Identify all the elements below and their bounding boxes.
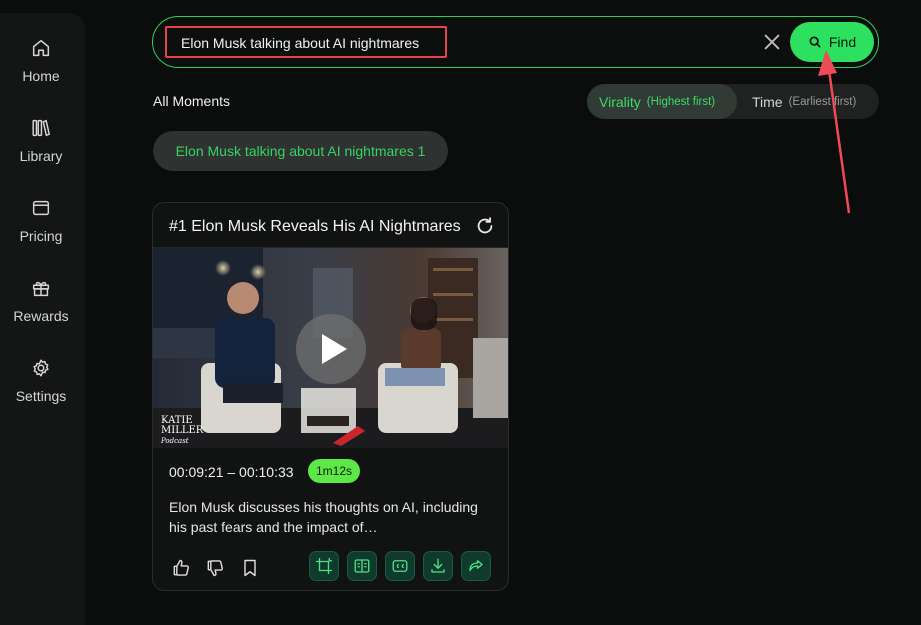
share-icon [469, 560, 483, 572]
search-icon [809, 36, 821, 48]
refresh-icon[interactable] [474, 215, 496, 237]
sort-option-virality[interactable]: Virality (Highest first) [587, 84, 737, 119]
play-button[interactable] [296, 314, 366, 384]
crop-button[interactable] [309, 551, 339, 581]
captions-icon [392, 560, 408, 572]
home-icon [32, 39, 50, 57]
app-page: Home Library Pricing Rewards Settings El… [0, 0, 921, 625]
gift-icon [32, 281, 50, 297]
watermark-line: Podcast [161, 437, 189, 445]
query-chip[interactable]: Elon Musk talking about AI nightmares 1 [153, 131, 448, 171]
captions-button[interactable] [385, 551, 415, 581]
find-button[interactable]: Find [790, 22, 874, 62]
watermark-line: MILLER [161, 425, 204, 436]
split-view-icon [354, 559, 370, 573]
sidebar-item-library[interactable]: Library [0, 117, 82, 164]
split-button[interactable] [347, 551, 377, 581]
sort-option-sublabel: (Earliest first) [788, 95, 857, 108]
clip-description: Elon Musk discusses his thoughts on AI, … [169, 499, 478, 535]
crop-icon [315, 557, 333, 575]
find-button-label: Find [828, 34, 857, 50]
share-button[interactable] [461, 551, 491, 581]
podcast-watermark: KATIE MILLER Podcast [161, 416, 203, 446]
gear-icon [33, 359, 49, 377]
sidebar: Home Library Pricing Rewards Settings [0, 13, 85, 625]
close-icon[interactable] [761, 31, 783, 53]
sidebar-item-home[interactable]: Home [0, 37, 82, 84]
sidebar-item-settings[interactable]: Settings [0, 357, 82, 404]
section-heading: All Moments [153, 93, 231, 109]
sidebar-item-label: Pricing [19, 228, 63, 244]
sort-toggle: Virality (Highest first) Time (Earliest … [587, 84, 879, 119]
thumbs-up-icon[interactable] [171, 558, 191, 578]
sidebar-item-label: Home [22, 68, 60, 84]
duration-badge: 1m12s [308, 459, 361, 483]
sidebar-item-pricing[interactable]: Pricing [0, 197, 82, 244]
clip-time-range: 00:09:21 – 00:10:33 [169, 464, 294, 480]
sort-option-sublabel: (Highest first) [646, 95, 716, 108]
sort-option-label: Virality [599, 93, 641, 110]
card-title: #1 Elon Musk Reveals His AI Nightmares [169, 218, 461, 235]
library-icon [32, 119, 50, 137]
play-icon [322, 334, 347, 364]
moment-card: #1 Elon Musk Reveals His AI Nightmares K… [152, 202, 509, 591]
wallet-icon [32, 200, 50, 216]
search-input[interactable]: Elon Musk talking about AI nightmares [165, 26, 447, 58]
sort-option-time[interactable]: Time (Earliest first) [740, 84, 879, 119]
sidebar-item-label: Rewards [13, 308, 69, 324]
bookmark-icon[interactable] [240, 558, 260, 578]
search-query-text: Elon Musk talking about AI nightmares [181, 35, 420, 51]
sidebar-item-rewards[interactable]: Rewards [0, 277, 82, 324]
sidebar-item-label: Library [19, 148, 63, 164]
sort-option-label: Time [752, 93, 783, 110]
search-bar: Elon Musk talking about AI nightmares Fi… [152, 16, 879, 68]
video-thumbnail[interactable]: KATIE MILLER Podcast [153, 248, 508, 448]
thumbs-down-icon[interactable] [205, 558, 225, 578]
sidebar-item-label: Settings [15, 388, 67, 404]
download-icon [431, 558, 445, 573]
download-button[interactable] [423, 551, 453, 581]
